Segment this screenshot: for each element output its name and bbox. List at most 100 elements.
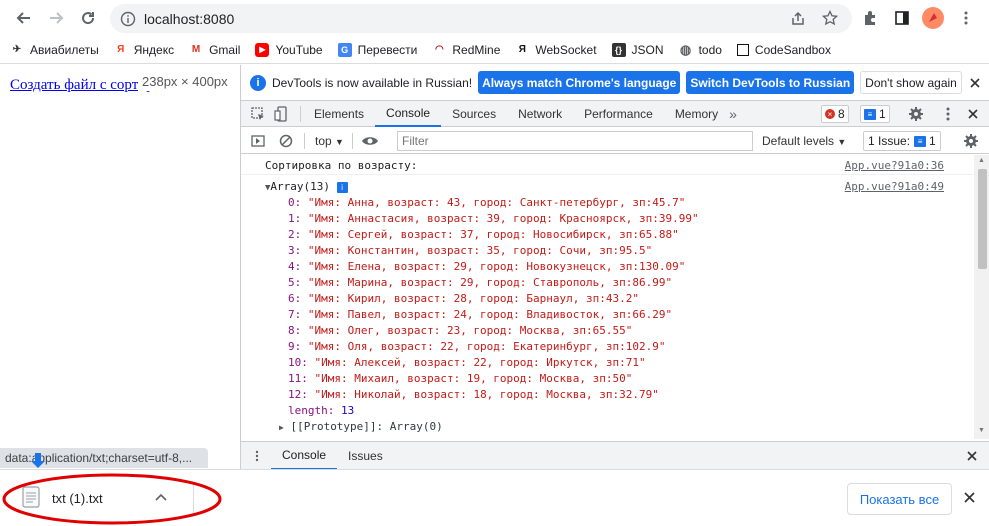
switch-to-russian-button[interactable]: Switch DevTools to Russian [686, 71, 855, 94]
issues-button[interactable]: 1 Issue: ≡ 1 [863, 131, 941, 151]
close-icon[interactable] [970, 78, 980, 88]
divider [304, 132, 305, 149]
close-devtools-icon[interactable] [968, 109, 978, 119]
levels-label: Default levels [762, 134, 835, 148]
youtube-icon: ▶ [255, 42, 270, 57]
source-link[interactable]: App.vue?91a0:49 [845, 180, 944, 193]
array-item: 9: "Имя: Оля, возраст: 22, город: Екатер… [288, 340, 666, 353]
drawer-tab-issues[interactable]: Issues [337, 443, 394, 469]
close-shelf-icon[interactable] [964, 492, 975, 503]
inspect-element-icon[interactable] [250, 106, 266, 122]
bookmark-label: JSON [631, 42, 664, 57]
reload-button[interactable] [74, 4, 102, 32]
bookmark-item[interactable]: ◠ RedMine [432, 43, 500, 57]
redmine-icon: ◠ [434, 44, 444, 55]
bookmark-item[interactable]: ◍ todo [679, 41, 722, 57]
messages-count: 1 [879, 107, 886, 121]
scrollbar-thumb[interactable] [978, 169, 987, 269]
back-button[interactable] [10, 4, 38, 32]
globe-icon: ◍ [679, 41, 692, 57]
console-settings-icon[interactable] [963, 133, 979, 149]
bookmark-label: todo [698, 42, 722, 57]
more-options-icon[interactable] [940, 106, 956, 122]
array-item: 6: "Имя: Кирил, возраст: 28, город: Барн… [288, 292, 640, 305]
tab-sources[interactable]: Sources [441, 101, 507, 127]
star-icon[interactable] [822, 10, 838, 26]
tab-performance[interactable]: Performance [573, 101, 664, 127]
divider [300, 105, 301, 122]
array-item: 8: "Имя: Олег, возраст: 23, город: Москв… [288, 324, 633, 337]
array-item: 11: "Имя: Михаил, возраст: 19, город: Мо… [288, 372, 633, 385]
log-levels-dropdown[interactable]: Default levels ▼ [762, 134, 846, 148]
array-label: Array(13) [270, 180, 331, 193]
profile-avatar[interactable] [922, 7, 944, 29]
bookmark-item[interactable]: ✈ Авиабилеты [10, 43, 99, 57]
bookmark-item[interactable]: CodeSandbox [736, 43, 831, 57]
side-panel-icon[interactable] [894, 10, 910, 26]
array-item: 2: "Имя: Сергей, возраст: 37, город: Нов… [288, 228, 679, 241]
eye-icon[interactable] [361, 134, 379, 148]
issues-label: 1 Issue: [868, 134, 911, 148]
bookmark-label: Авиабилеты [30, 42, 99, 57]
info-icon[interactable]: i [336, 182, 348, 193]
prototype-row[interactable]: ▶ [[Prototype]]: Array(0) [279, 420, 443, 433]
always-match-language-button[interactable]: Always match Chrome's language [478, 71, 681, 94]
drawer-tab-console[interactable]: Console [271, 442, 338, 470]
bookmark-label: YouTube [275, 42, 323, 57]
bookmark-item[interactable]: ▶ YouTube [255, 42, 323, 57]
scroll-down-icon[interactable]: ▼ [978, 427, 985, 434]
bookmark-label: RedMine [452, 42, 501, 57]
array-item: 7: "Имя: Павел, возраст: 24, город: Влад… [288, 308, 673, 321]
clear-console-icon[interactable] [278, 133, 294, 149]
extensions-icon[interactable] [862, 10, 878, 26]
filter-input[interactable] [397, 131, 753, 151]
dont-show-again-button[interactable]: Don't show again [860, 71, 962, 94]
devtools-infobar: i DevTools is now available in Russian! … [241, 65, 989, 101]
error-icon: × [825, 109, 835, 119]
settings-gear-icon[interactable] [908, 106, 924, 122]
show-all-downloads-button[interactable]: Показать все [847, 483, 952, 515]
websocket-icon: Я [518, 44, 526, 55]
download-arrow-icon [31, 453, 45, 468]
array-header[interactable]: ▼Array(13) i [265, 180, 348, 193]
close-drawer-icon[interactable] [967, 451, 977, 461]
share-icon[interactable] [790, 11, 806, 27]
bookmark-item[interactable]: {} JSON [611, 42, 664, 57]
bookmark-label: Яндекс [133, 42, 175, 57]
tab-console[interactable]: Console [375, 101, 442, 127]
sidebar-toggle-icon[interactable] [250, 133, 266, 149]
info-icon[interactable] [120, 11, 136, 27]
bookmark-item[interactable]: Я Яндекс [114, 43, 174, 57]
arrow-left-icon [16, 12, 30, 24]
dropdown-arrow-icon: ▼ [335, 136, 344, 147]
infobar-text: DevTools is now available in Russian! [272, 75, 473, 90]
download-shelf: txt (1).txt Показать все [0, 453, 989, 526]
page-viewport: Создать файл с сортировкой 238px × 400px [0, 65, 240, 443]
context-selector[interactable]: top ▼ [315, 134, 344, 148]
tab-network[interactable]: Network [507, 101, 573, 127]
source-link[interactable]: App.vue?91a0:36 [845, 159, 944, 172]
console-scrollbar[interactable]: ▲ ▼ [974, 155, 989, 439]
array-item: 0: "Имя: Анна, возраст: 43, город: Санкт… [288, 196, 686, 209]
plane-icon: ✈ [12, 44, 22, 55]
scroll-up-icon[interactable]: ▲ [978, 157, 985, 164]
more-tabs-icon[interactable]: » [729, 106, 737, 122]
info-icon: i [250, 74, 266, 91]
forward-button[interactable] [42, 4, 70, 32]
errors-badge[interactable]: × 8 [821, 105, 849, 123]
issues-count: 1 [929, 134, 936, 148]
device-toolbar-icon[interactable] [274, 105, 290, 122]
array-length: length: 13 [288, 404, 355, 417]
bookmark-item[interactable]: Я WebSocket [515, 43, 597, 57]
bookmark-item[interactable]: M Gmail [189, 43, 241, 57]
drawer-menu-icon[interactable] [251, 450, 263, 462]
tab-memory[interactable]: Memory [664, 101, 729, 127]
bookmark-item[interactable]: G Перевести [337, 42, 417, 57]
address-bar[interactable]: localhost:8080 [110, 4, 852, 33]
messages-badge[interactable]: ≡ 1 [860, 105, 890, 123]
devtools-drawer-tabs: Console Issues [241, 441, 989, 470]
console-filterbar: top ▼ Default levels ▼ 1 Issue: ≡ 1 [241, 128, 989, 154]
browser-toolbar: localhost:8080 [0, 0, 989, 36]
kebab-menu-icon[interactable] [958, 10, 974, 26]
tab-elements[interactable]: Elements [303, 101, 375, 127]
